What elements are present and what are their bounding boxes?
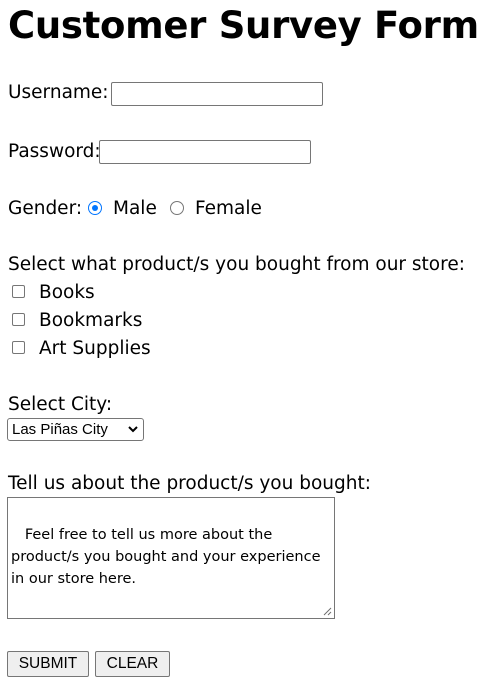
city-select-value: Las Piñas City	[12, 421, 108, 438]
password-label: Password:	[8, 141, 101, 162]
art-supplies-checkbox[interactable]	[12, 341, 25, 354]
city-label: Select City:	[8, 394, 113, 415]
books-checkbox[interactable]	[12, 285, 25, 298]
gender-female-radio[interactable]	[170, 201, 184, 215]
gender-male-radio[interactable]	[88, 201, 102, 215]
page-title: Customer Survey Form	[8, 4, 479, 47]
username-input[interactable]	[111, 82, 323, 106]
feedback-textarea[interactable]: Feel free to tell us more about the prod…	[7, 497, 335, 619]
gender-male-label: Male	[113, 198, 157, 219]
username-label: Username:	[8, 82, 109, 103]
submit-button[interactable]: SUBMIT	[7, 651, 89, 677]
products-label: Select what product/s you bought from ou…	[8, 254, 465, 275]
clear-button[interactable]: CLEAR	[95, 651, 170, 677]
art-supplies-label: Art Supplies	[39, 338, 151, 359]
gender-label: Gender:	[8, 198, 83, 219]
feedback-text: Feel free to tell us more about the prod…	[11, 527, 326, 587]
books-label: Books	[39, 282, 95, 303]
chevron-down-icon	[128, 426, 138, 433]
bookmarks-label: Bookmarks	[39, 310, 143, 331]
bookmarks-checkbox[interactable]	[12, 313, 25, 326]
city-select[interactable]: Las Piñas City	[7, 418, 144, 441]
feedback-label: Tell us about the product/s you bought:	[8, 473, 371, 494]
resize-grip-icon[interactable]	[323, 607, 332, 616]
password-input[interactable]	[99, 140, 311, 164]
gender-female-label: Female	[195, 198, 262, 219]
